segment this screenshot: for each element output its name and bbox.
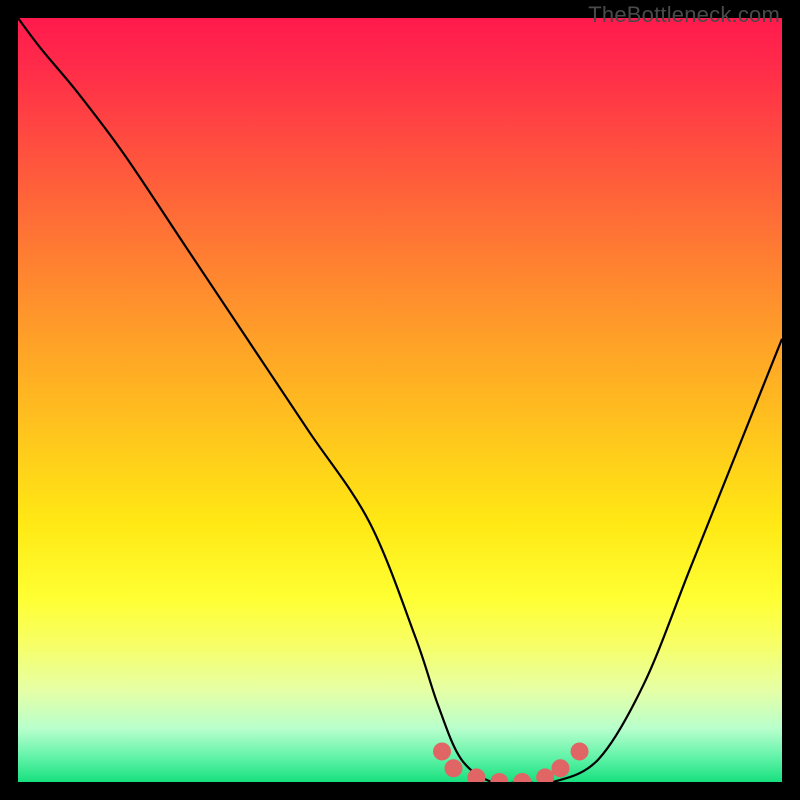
highlight-point	[467, 768, 485, 782]
marker-layer	[18, 18, 782, 782]
highlight-point	[513, 773, 531, 782]
plot-area	[18, 18, 782, 782]
highlight-point	[433, 742, 451, 760]
highlight-point	[444, 759, 462, 777]
highlight-point	[490, 773, 508, 782]
highlight-point	[536, 768, 554, 782]
highlight-point	[551, 759, 569, 777]
highlight-point	[571, 742, 589, 760]
highlight-points	[433, 742, 589, 782]
watermark-text: TheBottleneck.com	[588, 2, 780, 28]
